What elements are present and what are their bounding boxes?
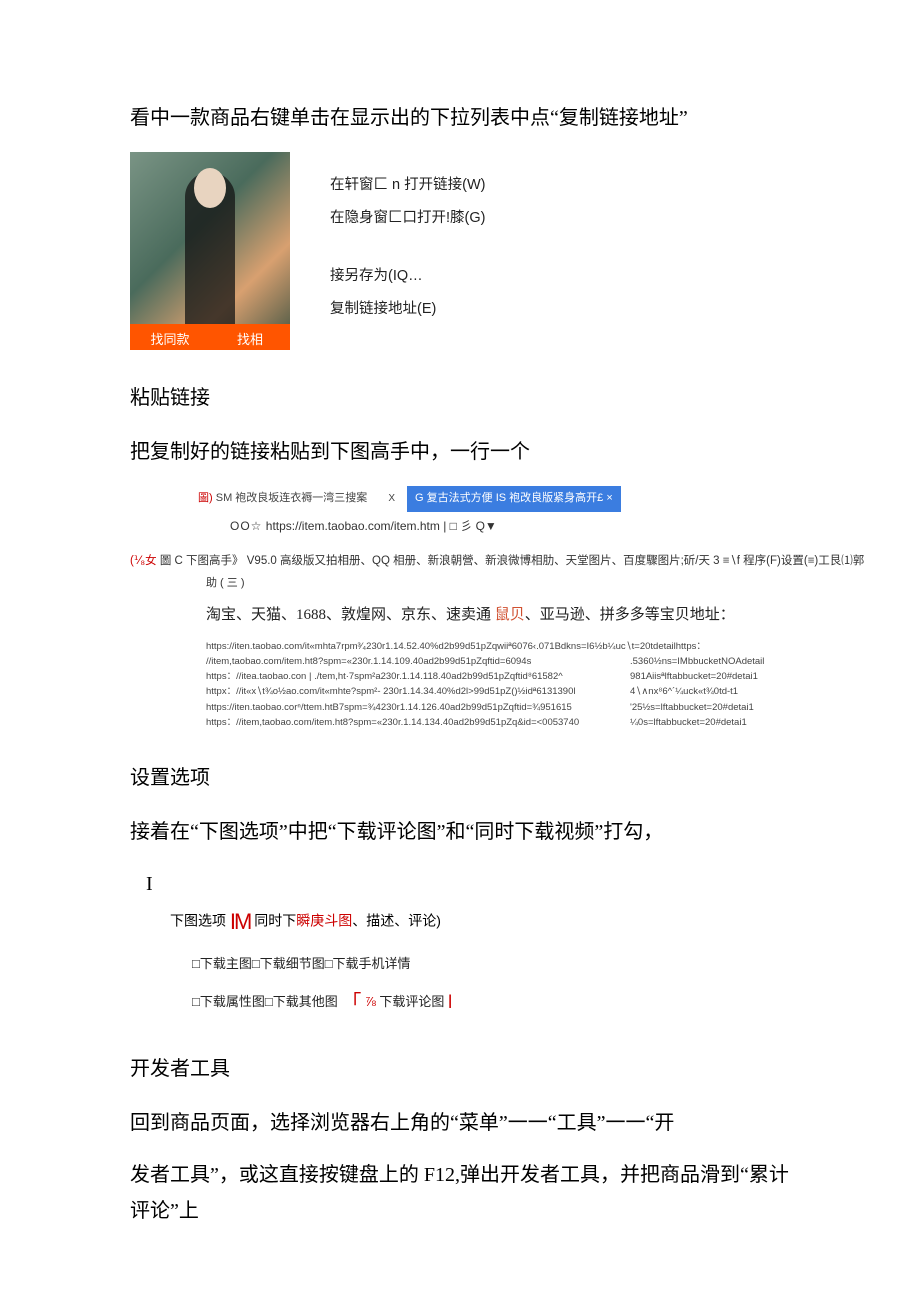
checkbox-row2-pre: □下载属性图□下载其他图 [192,994,341,1009]
product-and-menu: 找同款 找相 在轩窗匚 n 打开链接(W) 在隐身窗匚口打开!膝(G) 接另存为… [130,152,790,350]
checkbox-row-1[interactable]: □下载主图□下载细节图□下载手机详情 [192,952,790,975]
url-row: https://iten.taobao.corⁿ/ttem.htB7spm=¾4… [206,700,790,715]
tab-inactive[interactable]: 圖) SM 袍改良坂连衣褥一湾三搜案 X [190,486,403,512]
app-title-rest: V95.0 高级版又拍相册、QQ 相册、新浪朝營、新浪微博相肋、天堂图片、百度驟… [247,555,864,567]
thumb-footer: 找同款 找相 [130,324,290,350]
address-prefix: OO☆ [230,519,262,533]
bracket-icon: 「 [341,992,361,1014]
checkbox-row-2[interactable]: □下载属性图□下载其他图 「 ⅞ 下载评论图 l [192,985,790,1021]
options-im-icon: IM [230,909,250,934]
exclaim-mark: I [146,866,790,902]
heading-paste-link: 粘贴链接 [130,380,790,416]
platform-red: 鼠贝 [495,607,525,623]
heading-devtools: 开发者工具 [130,1051,790,1087]
options-red: 瞬庚斗图 [296,913,352,929]
checkbox-download-comment-images[interactable]: 下载评论图 [379,994,444,1009]
address-bar[interactable]: OO☆ https://item.taobao.com/item.htm | □… [230,516,790,538]
url-row: https：//itea.taobao.con | ./tem,ht·7spm²… [206,669,790,684]
platform-pre: 淘宝、天猫、1688、敦煌网、京东、速卖通 [206,607,495,623]
devtools-para-a: 回到商品页面，选择浏览器右上角的“菜单”一一“工具”一一“开 [130,1105,790,1141]
app-title-prefix: (⅟₈女 [130,555,157,567]
options-label-pre: 下图选项 [170,913,230,929]
url-row: httpx：//it«x∖t¾o½ao.com/it«mhte?spm²- 23… [206,684,790,699]
url-row: https://iten.taobao.com/it«mhta7rpm³⁄₄23… [206,639,790,654]
menu-open-new-window[interactable]: 在轩窗匚 n 打开链接(W) [330,172,485,198]
app-title-name: 圖 C 下图高手》 [160,555,244,567]
fraction-icon: ⅞ [365,994,376,1009]
app-title-bar: (⅟₈女 圖 C 下图高手》 V95.0 高级版又拍相册、QQ 相册、新浪朝營、… [130,551,790,572]
find-similar-button[interactable]: 找相 [210,324,290,350]
address-url: https://item.taobao.com/item.htm [266,519,440,533]
context-menu: 在轩窗匚 n 打开链接(W) 在隐身窗匚口打开!膝(G) 接另存为(IQ… 复制… [330,152,485,329]
tab-icon: 圖) [198,492,213,504]
tab-inactive-label: SM 袍改良坂连衣褥一湾三搜案 [216,492,368,504]
url-textarea[interactable]: https://iten.taobao.com/it«mhta7rpm³⁄₄23… [206,639,790,730]
browser-tabs: 圖) SM 袍改良坂连衣褥一湾三搜案 X G 复古法式方便 IS 袍改良版紧身高… [190,486,790,512]
heading-options: 设置选项 [130,760,790,796]
tab-active-label: 复古法式方便 IS 袍改良版紧身高开£ × [427,492,613,504]
tab-active[interactable]: G 复古法式方便 IS 袍改良版紧身高开£ × [407,486,621,512]
menu-open-incognito[interactable]: 在隐身窗匚口打开!膝(G) [330,205,485,231]
devtools-para-b: 发者工具”，或这直接按键盘上的 F12,弹出开发者工具，并把商品滑到“累计评论”… [130,1157,790,1229]
close-icon[interactable]: X [388,493,395,504]
platform-post: 、亚马逊、拼多多等宝贝地址： [525,607,735,623]
tab-active-prefix: G [415,492,427,504]
paste-intro: 把复制好的链接粘贴到下图高手中，一行一个 [130,434,790,470]
menu-save-as[interactable]: 接另存为(IQ… [330,263,485,289]
app-subline: 助 ( 三 ) [206,574,790,594]
address-suffix: | □ 彡 Q▼ [443,519,497,533]
product-thumbnail: 找同款 找相 [130,152,290,350]
options-post: 、描述、评论) [352,913,441,929]
options-mid: 同时下 [254,913,296,929]
url-row: //item,taobao.com/item.ht8?spm=«230r.1.1… [206,654,790,669]
menu-copy-link-address[interactable]: 复制链接地址(E) [330,296,485,322]
find-same-button[interactable]: 找同款 [130,324,210,350]
download-options-label: 下图选项 IM 同时下瞬庚斗图、描述、评论) [170,902,790,942]
intro-copy-link: 看中一款商品右键单击在显示出的下拉列表中点“复制链接地址” [130,100,790,136]
url-row: https：//item,taobao.com/item.ht8?spm=«23… [206,715,790,730]
options-intro: 接着在“下图选项”中把“下载评论图”和“同时下载视频”打勾， [130,814,790,850]
bar-icon: l [448,992,452,1012]
platform-list: 淘宝、天猫、1688、敦煌网、京东、速卖通 鼠贝、亚马逊、拼多多等宝贝地址： [206,602,790,629]
